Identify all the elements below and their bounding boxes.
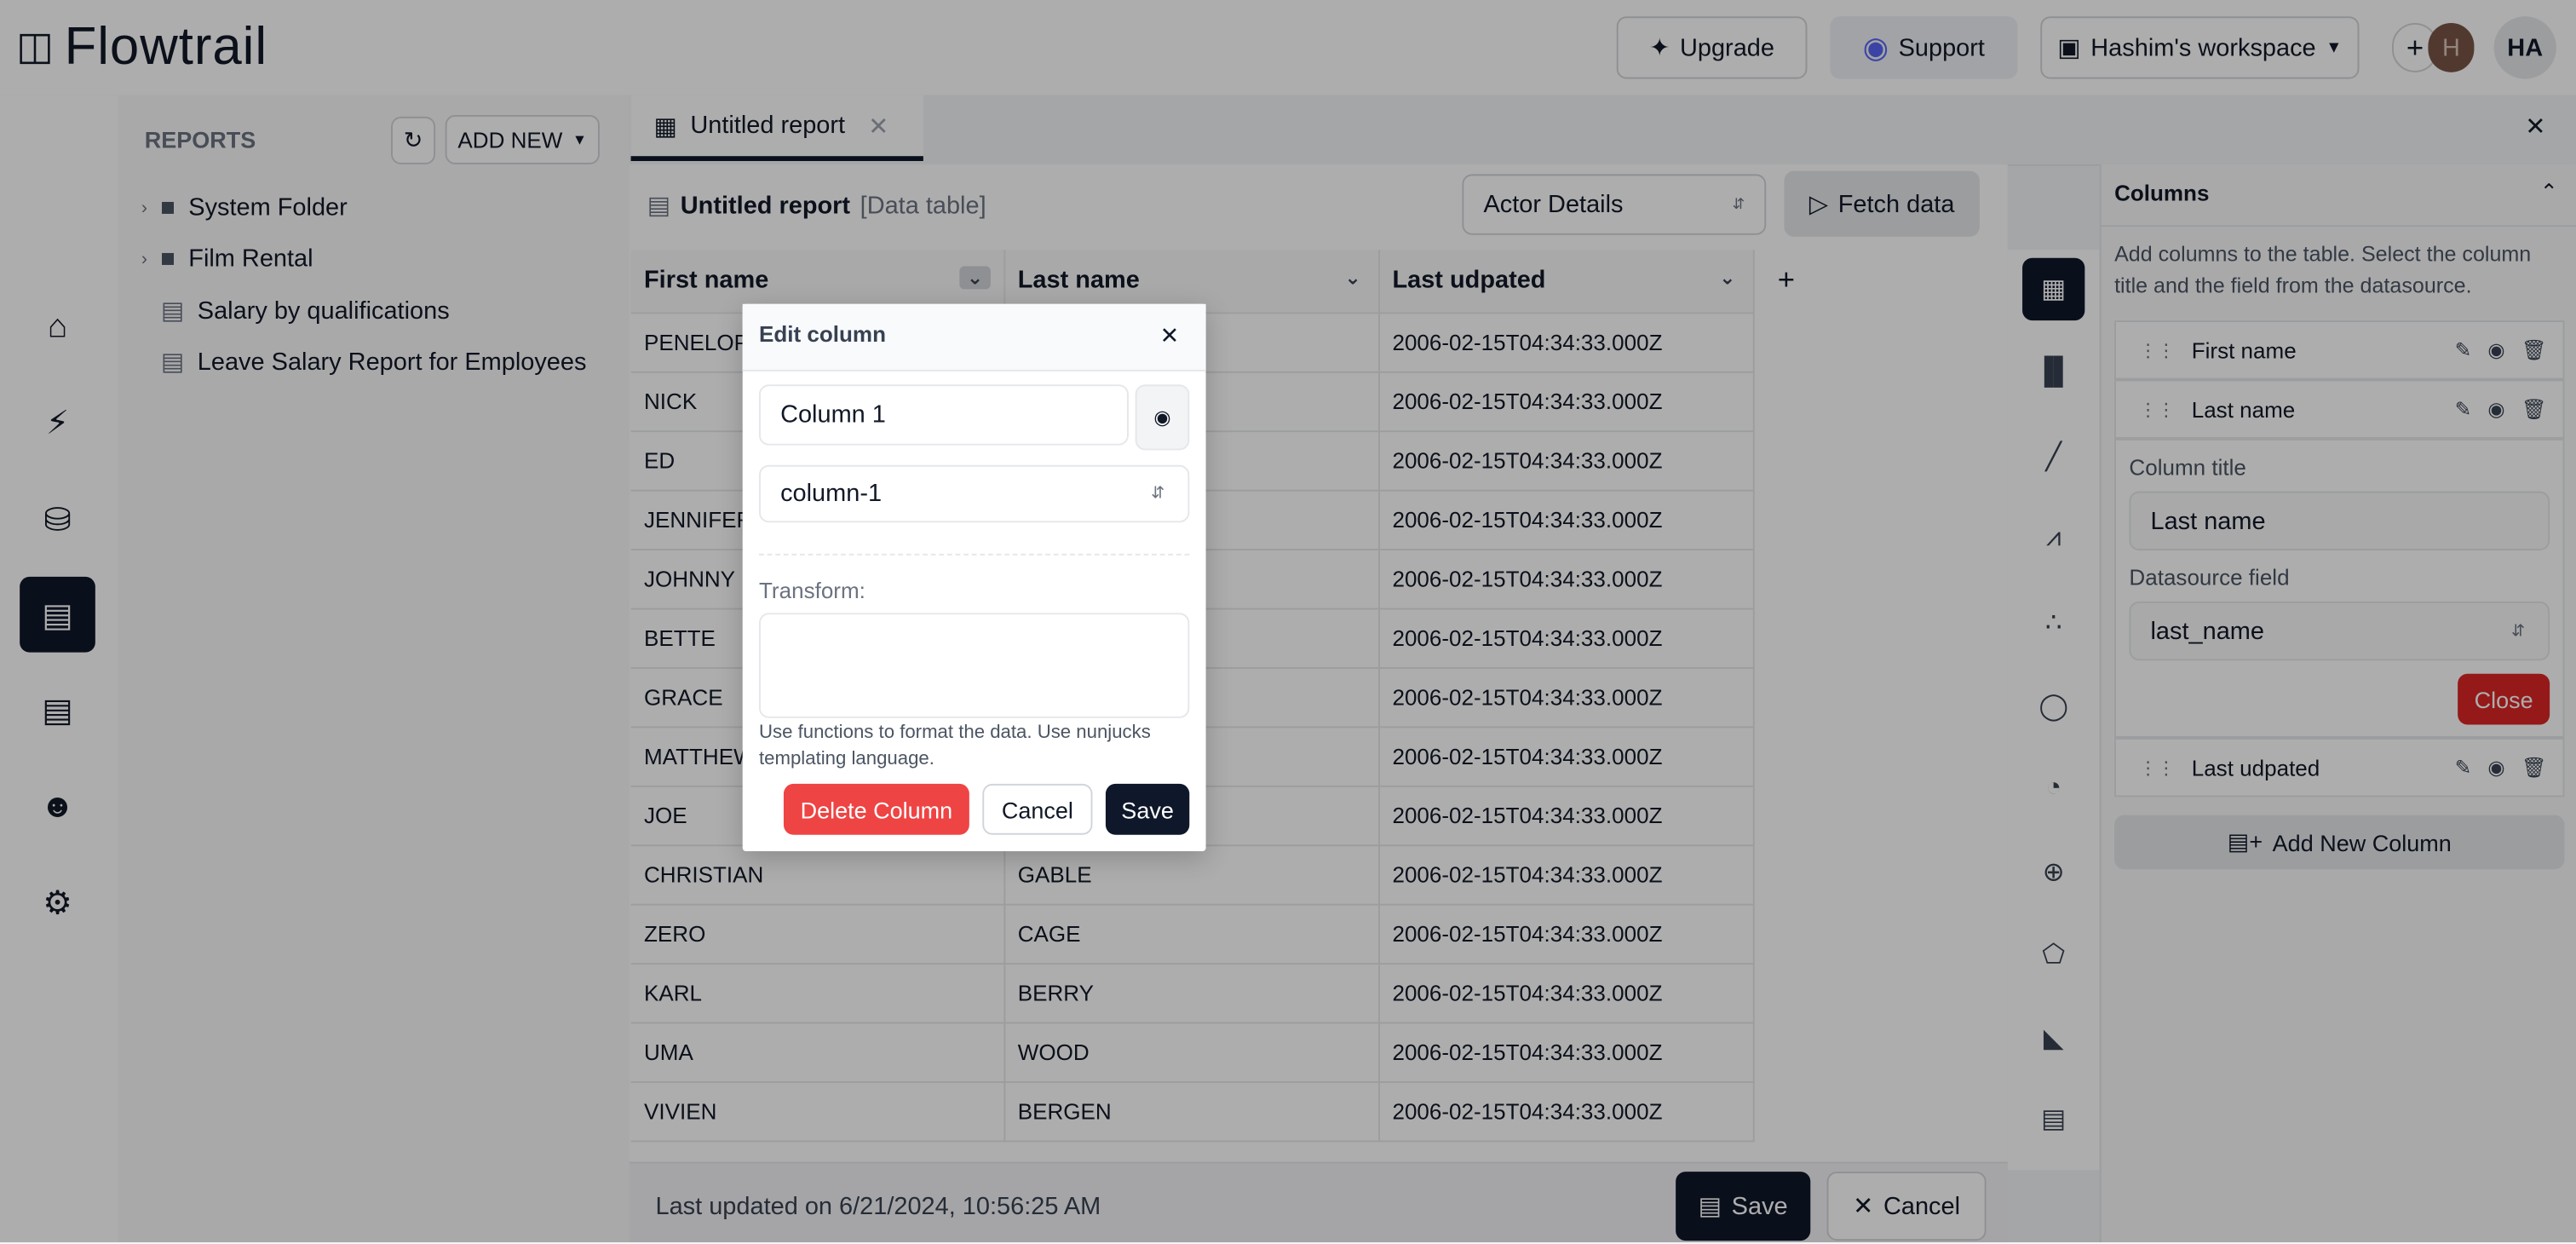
eye-icon: ◉ <box>1153 406 1171 429</box>
modal-save-button[interactable]: Save <box>1105 783 1190 835</box>
chevron-updown-icon: ⇵ <box>1151 484 1165 504</box>
close-icon[interactable]: ✕ <box>1160 322 1180 350</box>
column-name-input[interactable]: Column 1 <box>758 384 1129 446</box>
modal-cancel-button[interactable]: Cancel <box>982 783 1093 835</box>
divider <box>758 553 1190 556</box>
field-select[interactable]: column-1 ⇵ <box>758 464 1190 523</box>
edit-column-modal: Edit column ✕ Column 1 ◉ column-1 ⇵ Trans… <box>742 303 1206 851</box>
transform-help: Use functions to format the data. Use nu… <box>758 723 1151 769</box>
transform-textarea[interactable] <box>758 613 1190 718</box>
modal-header: Edit column ✕ <box>742 303 1206 371</box>
modal-overlay[interactable] <box>0 0 2576 1242</box>
delete-column-button[interactable]: Delete Column <box>783 783 969 835</box>
visibility-toggle[interactable]: ◉ <box>1135 384 1190 451</box>
